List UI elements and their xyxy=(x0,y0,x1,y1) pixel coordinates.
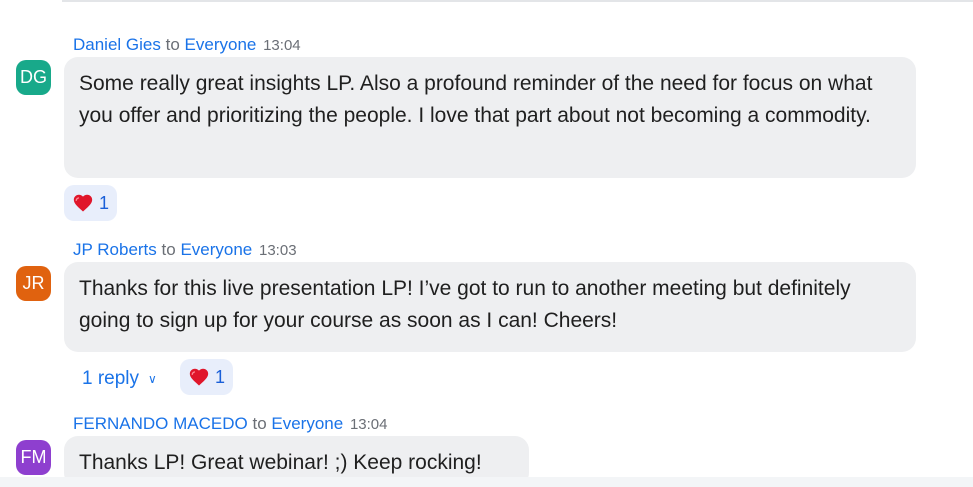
message-header: FERNANDO MACEDO to Everyone 13:04 xyxy=(73,414,388,435)
to-label: to xyxy=(161,240,176,259)
chat-message-list[interactable]: Daniel Gies to Everyone 13:04 DG Some re… xyxy=(0,0,973,487)
heart-icon xyxy=(189,368,209,386)
sender-name[interactable]: FERNANDO MACEDO xyxy=(73,414,248,433)
recipient-name[interactable]: Everyone xyxy=(185,35,257,54)
message-bubble[interactable]: Some really great insights LP. Also a pr… xyxy=(64,57,916,178)
message-bubble[interactable]: Thanks for this live presentation LP! I’… xyxy=(64,262,916,352)
reaction-count: 1 xyxy=(215,366,226,387)
recipient-name[interactable]: Everyone xyxy=(180,240,252,259)
to-label: to xyxy=(252,414,267,433)
reaction-count: 1 xyxy=(99,192,110,213)
message-header: Daniel Gies to Everyone 13:04 xyxy=(73,35,301,56)
heart-reaction[interactable]: 1 xyxy=(64,185,118,221)
message-time: 13:04 xyxy=(349,416,388,433)
avatar[interactable]: JR xyxy=(16,266,51,301)
sender-name[interactable]: JP Roberts xyxy=(73,240,157,259)
reply-count-label: 1 reply xyxy=(82,368,140,389)
message-text: Thanks for this live presentation LP! I’… xyxy=(79,277,851,332)
message-header: JP Roberts to Everyone 13:03 xyxy=(73,240,297,261)
to-label: to xyxy=(165,35,180,54)
message-text: Some really great insights LP. Also a pr… xyxy=(79,72,873,127)
chat-input-edge xyxy=(0,477,973,487)
heart-reaction[interactable]: 1 xyxy=(180,359,234,395)
heart-icon xyxy=(73,194,93,212)
chevron-down-icon: ∨ xyxy=(148,372,157,386)
avatar-initials: DG xyxy=(20,67,47,87)
avatar-initials: FM xyxy=(20,447,47,467)
reply-thread-link[interactable]: 1 reply ∨ xyxy=(82,368,157,390)
message-text: Thanks LP! Great webinar! ;) Keep rockin… xyxy=(79,451,482,474)
recipient-name[interactable]: Everyone xyxy=(271,414,343,433)
avatar-initials: JR xyxy=(22,273,45,293)
message-time: 13:03 xyxy=(259,242,297,259)
sender-name[interactable]: Daniel Gies xyxy=(73,35,161,54)
message-time: 13:04 xyxy=(263,37,301,54)
avatar[interactable]: DG xyxy=(16,60,51,95)
avatar[interactable]: FM xyxy=(16,440,51,475)
